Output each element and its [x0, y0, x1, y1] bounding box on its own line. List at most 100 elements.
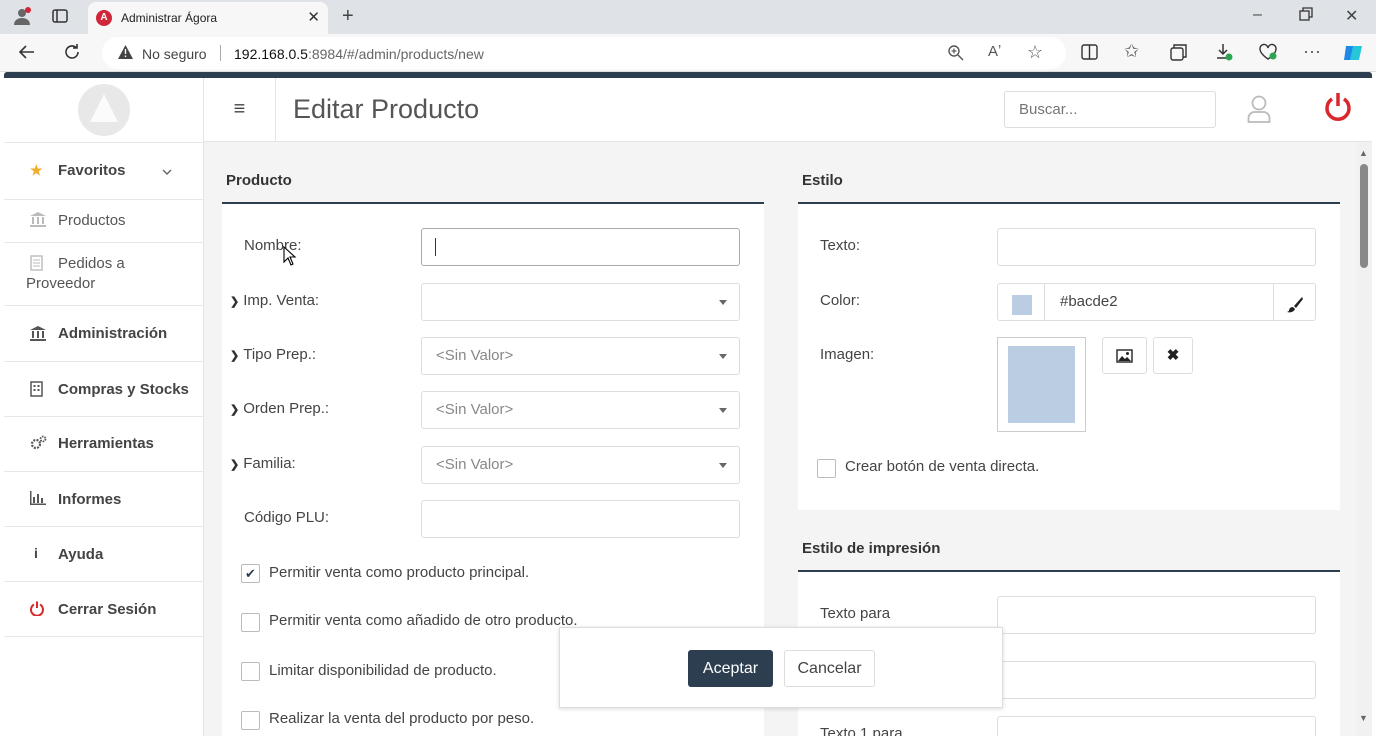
insecure-label[interactable]: No seguro	[142, 46, 207, 62]
url-field[interactable]: No seguro 192.168.0.5:8984/#/admin/produ…	[102, 37, 1066, 69]
select-image-button[interactable]	[1102, 337, 1147, 374]
bar-chart-icon	[30, 491, 46, 508]
cancel-button[interactable]: Cancelar	[784, 650, 875, 687]
copilot-icon[interactable]	[1342, 42, 1366, 69]
minimize-icon[interactable]: –	[1253, 6, 1262, 24]
orden-prep-label[interactable]: ❯ Orden Prep.:	[230, 400, 329, 417]
color-label: Color:	[820, 292, 861, 309]
imagen-preview[interactable]	[997, 337, 1086, 432]
orden-prep-select[interactable]: <Sin Valor>	[421, 391, 740, 429]
logo-mark	[78, 84, 130, 136]
info-icon: i	[34, 545, 38, 561]
url-text[interactable]: 192.168.0.5:8984/#/admin/products/new	[234, 46, 484, 62]
tab-actions-icon[interactable]	[52, 8, 68, 29]
venta-directa-label[interactable]: Crear botón de venta directa.	[845, 458, 1039, 475]
scroll-down-icon[interactable]: ▼	[1359, 713, 1368, 723]
sidebar-item-label: Compras y Stocks	[58, 381, 189, 398]
texto1-para-input[interactable]	[997, 716, 1316, 736]
color-swatch[interactable]	[1012, 295, 1032, 315]
document-icon	[30, 255, 43, 274]
power-icon[interactable]	[1324, 92, 1352, 125]
limitar-disponibilidad-label[interactable]: Limitar disponibilidad de producto.	[269, 662, 497, 679]
app-logo[interactable]	[4, 78, 204, 142]
texto-para-label: Texto para	[820, 605, 891, 622]
browser-essentials-icon[interactable]	[1258, 43, 1278, 66]
scroll-up-icon[interactable]: ▲	[1359, 148, 1368, 158]
profile-icon[interactable]	[12, 6, 32, 31]
estilo-panel-header: Estilo	[798, 142, 1340, 204]
color-value[interactable]: #bacde2	[1060, 284, 1118, 320]
accept-button[interactable]: Aceptar	[688, 650, 773, 687]
tipo-prep-label-text: Tipo Prep.:	[243, 346, 317, 363]
texto-para-input[interactable]	[997, 596, 1316, 634]
downloads-icon[interactable]	[1215, 43, 1233, 66]
venta-directa-checkbox[interactable]	[817, 459, 836, 478]
sidebar-item-administracion[interactable]: Administración	[4, 305, 204, 361]
limitar-disponibilidad-checkbox[interactable]	[241, 662, 260, 681]
read-aloud-icon[interactable]: Aʼ	[988, 43, 1001, 60]
user-icon[interactable]	[1247, 95, 1271, 126]
color-picker[interactable]: #bacde2	[997, 283, 1316, 321]
familia-label[interactable]: ❯ Familia:	[230, 455, 296, 472]
restore-icon[interactable]	[1299, 7, 1313, 26]
chevron-down-icon	[162, 163, 172, 180]
nombre-input[interactable]	[421, 228, 740, 266]
tipo-prep-label[interactable]: ❯ Tipo Prep.:	[230, 346, 316, 363]
texto-input[interactable]	[997, 228, 1316, 266]
sidebar-item-cerrar-sesion[interactable]: Cerrar Sesión	[4, 581, 204, 637]
sidebar-item-productos[interactable]: Productos	[4, 199, 204, 242]
color-divider	[1044, 284, 1045, 320]
permitir-anadido-label[interactable]: Permitir venta como añadido de otro prod…	[269, 612, 578, 629]
sidebar-item-label: Productos	[58, 212, 126, 229]
imp-venta-label[interactable]: ❯ Imp. Venta:	[230, 292, 319, 309]
familia-select[interactable]: <Sin Valor>	[421, 446, 740, 484]
permitir-anadido-checkbox[interactable]	[241, 613, 260, 632]
reload-icon[interactable]	[63, 43, 81, 66]
impresion-panel-title: Estilo de impresión	[802, 540, 941, 557]
url-host: 192.168.0.5	[234, 46, 308, 62]
venta-por-peso-label[interactable]: Realizar la venta del producto por peso.	[269, 710, 534, 727]
page-scrollbar[interactable]: ▲ ▼	[1356, 142, 1372, 736]
estilo-panel: Estilo Texto: Color: #bacde2 Imagen: ✖ C…	[798, 142, 1340, 520]
sidebar-item-label: Favoritos	[58, 162, 126, 179]
window-close-icon[interactable]: ✕	[1345, 6, 1358, 26]
texto-para-input-2[interactable]	[997, 661, 1316, 699]
plu-input[interactable]	[421, 500, 740, 538]
venta-por-peso-checkbox[interactable]	[241, 711, 260, 730]
caret-down-icon	[719, 300, 727, 305]
chevron-right-icon: ❯	[230, 459, 240, 471]
hamburger-menu-icon[interactable]: ≡	[204, 78, 276, 142]
tab-close-icon[interactable]: ✕	[307, 8, 320, 26]
more-menu-icon[interactable]: ···	[1303, 41, 1321, 62]
plu-label: Código PLU:	[244, 509, 330, 526]
sidebar-item-informes[interactable]: Informes	[4, 471, 204, 526]
sidebar-item-pedidos-proveedor[interactable]: Pedidos a Proveedor	[4, 242, 204, 305]
chevron-right-icon: ❯	[230, 404, 240, 416]
paintbrush-icon[interactable]	[1286, 292, 1304, 328]
orden-prep-value: <Sin Valor>	[436, 401, 514, 418]
new-tab-icon[interactable]: +	[342, 5, 354, 28]
tipo-prep-select[interactable]: <Sin Valor>	[421, 337, 740, 375]
imp-venta-select[interactable]	[421, 283, 740, 321]
back-icon[interactable]	[18, 43, 36, 66]
remove-image-button[interactable]: ✖	[1153, 337, 1193, 374]
chevron-right-icon: ❯	[230, 350, 240, 362]
app-header: ≡ Editar Producto	[204, 78, 1372, 142]
sidebar-item-ayuda[interactable]: i Ayuda	[4, 526, 204, 581]
sidebar-item-favoritos[interactable]: ★ Favoritos	[4, 142, 204, 199]
sidebar-item-label-line1: Pedidos a	[58, 255, 125, 272]
split-screen-icon[interactable]	[1081, 44, 1098, 65]
favorites-icon[interactable]: ✩	[1124, 41, 1139, 62]
sidebar-item-compras-stocks[interactable]: Compras y Stocks	[4, 361, 204, 416]
zoom-icon[interactable]	[947, 44, 964, 66]
imagen-label: Imagen:	[820, 346, 875, 363]
permitir-principal-label[interactable]: Permitir venta como producto principal.	[269, 564, 529, 581]
scroll-thumb[interactable]	[1360, 164, 1368, 268]
permitir-principal-checkbox[interactable]: ✔	[241, 564, 260, 583]
favorite-star-icon[interactable]: ☆	[1027, 42, 1043, 63]
browser-tab[interactable]: A Administrar Ágora ✕	[88, 2, 328, 34]
sidebar-item-herramientas[interactable]: Herramientas	[4, 416, 204, 471]
warning-icon[interactable]	[117, 44, 134, 64]
search-input[interactable]	[1004, 91, 1216, 128]
collections-icon[interactable]	[1170, 44, 1187, 66]
